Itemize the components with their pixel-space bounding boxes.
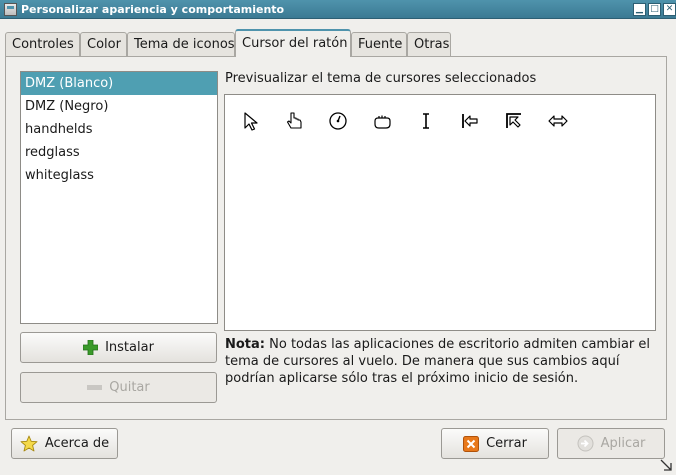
note-bold: Nota: <box>225 337 265 352</box>
tab-controles[interactable]: Controles <box>5 32 80 56</box>
tab-cursor-del-raton[interactable]: Cursor del ratón <box>235 29 351 57</box>
grab-cursor-icon <box>374 115 391 129</box>
apply-label: Aplicar <box>600 436 646 451</box>
resize-grip-icon[interactable] <box>659 458 673 472</box>
left-side-cursor-icon <box>462 114 478 128</box>
preview-label: Previsualizar el tema de cursores selecc… <box>225 71 537 86</box>
tab-tema-de-iconos[interactable]: Tema de iconos <box>127 32 235 56</box>
note-body: No todas las aplicaciones de escritorio … <box>225 337 651 386</box>
horizontal-resize-cursor-icon <box>548 115 568 127</box>
apply-icon <box>577 435 594 452</box>
list-item[interactable]: DMZ (Blanco) <box>21 72 217 95</box>
tab-fuente[interactable]: Fuente <box>351 32 407 56</box>
close-label: Cerrar <box>486 436 527 451</box>
list-item[interactable]: redglass <box>21 141 217 164</box>
list-item[interactable]: whiteglass <box>21 164 217 187</box>
note-text: Nota: No todas las aplicaciones de escri… <box>225 336 655 387</box>
list-item[interactable]: DMZ (Negro) <box>21 95 217 118</box>
apply-button[interactable]: Aplicar <box>557 428 665 459</box>
watch-cursor-icon <box>329 112 347 130</box>
close-icon <box>463 435 480 452</box>
tab-otras[interactable]: Otras <box>407 32 451 56</box>
cursor-preview <box>224 94 656 331</box>
about-button[interactable]: Acerca de <box>11 428 118 459</box>
star-icon <box>20 435 38 453</box>
title-bar: Personalizar apariencia y comportamiento… <box>0 0 676 19</box>
remove-button[interactable]: Quitar <box>20 372 217 403</box>
app-icon <box>4 3 17 16</box>
arrow-cursor-icon <box>244 112 258 131</box>
top-left-corner-cursor-icon <box>506 113 521 128</box>
text-cursor-icon <box>423 113 429 129</box>
close-button[interactable]: Cerrar <box>441 428 549 459</box>
cursor-theme-list[interactable]: DMZ (Blanco) DMZ (Negro) handhelds redgl… <box>20 71 218 324</box>
hand-cursor-icon <box>286 112 302 129</box>
maximize-button[interactable]: □ <box>648 3 661 16</box>
install-button[interactable]: Instalar <box>20 332 217 363</box>
list-item[interactable]: handhelds <box>21 118 217 141</box>
close-window-button[interactable]: ✕ <box>663 3 676 16</box>
window-title: Personalizar apariencia y comportamiento <box>21 3 285 16</box>
install-label: Instalar <box>105 340 154 355</box>
plus-icon <box>83 340 99 355</box>
minus-icon <box>87 380 103 395</box>
remove-label: Quitar <box>109 380 150 395</box>
tab-color[interactable]: Color <box>80 32 127 56</box>
about-label: Acerca de <box>44 436 110 451</box>
minimize-button[interactable]: ▁ <box>633 3 646 16</box>
